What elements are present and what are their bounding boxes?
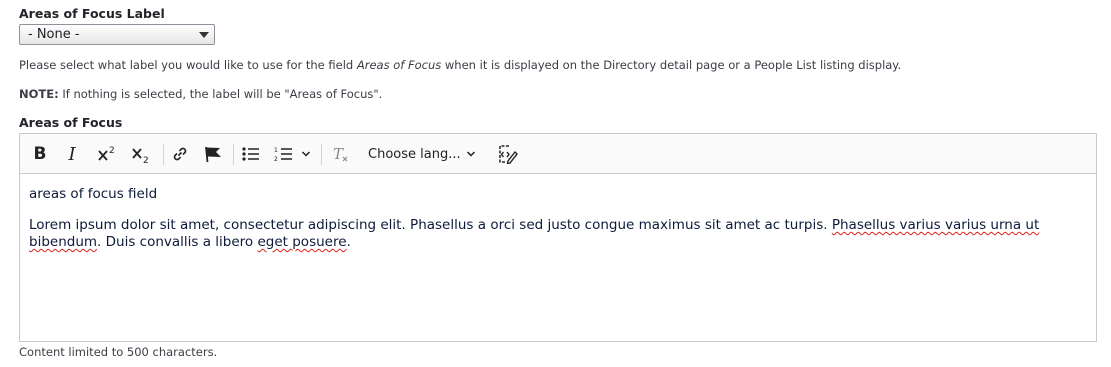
- field-note: NOTE: If nothing is selected, the label …: [19, 87, 382, 101]
- bold-button[interactable]: B: [28, 134, 52, 174]
- source-edit-icon: [499, 145, 518, 164]
- link-icon: [173, 147, 187, 161]
- select-value: - None -: [28, 27, 80, 42]
- editor-content-area[interactable]: areas of focus field Lorem ipsum dolor s…: [20, 175, 1096, 341]
- subscript-button[interactable]: 2: [128, 134, 154, 174]
- superscript-icon: 2: [98, 146, 115, 161]
- language-dropdown[interactable]: Choose lang...: [364, 134, 480, 174]
- toolbar-divider: [321, 144, 322, 165]
- chevron-down-icon: [301, 151, 311, 157]
- italic-button[interactable]: I: [60, 134, 84, 174]
- numbered-list-icon: 12: [274, 147, 292, 162]
- chevron-down-icon: [466, 151, 476, 157]
- remove-format-icon: T: [333, 145, 348, 163]
- toolbar-divider: [233, 144, 234, 165]
- description-field-name: Areas of Focus: [356, 58, 442, 72]
- language-dropdown-label: Choose lang...: [368, 146, 461, 162]
- description-suffix: when it is displayed on the Directory de…: [441, 58, 902, 72]
- svg-text:1: 1: [274, 147, 278, 154]
- svg-text:2: 2: [109, 146, 115, 156]
- source-editing-button[interactable]: [494, 134, 520, 174]
- areas-of-focus-label-select[interactable]: - None -: [19, 24, 215, 45]
- anchor-button[interactable]: [201, 134, 225, 174]
- subscript-icon: 2: [132, 148, 149, 164]
- link-button[interactable]: [168, 134, 192, 174]
- svg-text:T: T: [333, 145, 344, 163]
- description-prefix: Please select what label you would like …: [19, 58, 357, 72]
- superscript-button[interactable]: 2: [94, 134, 120, 174]
- numbered-list-button[interactable]: 12: [272, 134, 296, 174]
- misspelled-text: eget posuere: [257, 234, 347, 250]
- areas-of-focus-label-heading: Areas of Focus Label: [19, 6, 165, 21]
- flag-icon: [205, 146, 221, 163]
- misspelled-text: bibendum: [29, 234, 98, 250]
- areas-of-focus-heading: Areas of Focus: [19, 115, 123, 130]
- misspelled-text: Phasellus varius varius urna ut: [831, 217, 1040, 233]
- svg-text:2: 2: [143, 156, 149, 164]
- paragraph-text: .: [346, 234, 351, 250]
- numbered-list-dropdown[interactable]: [299, 134, 313, 174]
- chevron-down-icon: [199, 32, 209, 38]
- character-limit-text: Content limited to 500 characters.: [19, 345, 218, 359]
- editor-paragraph-2: Lorem ipsum dolor sit amet, consectetur …: [29, 217, 1087, 251]
- editor-paragraph-1: areas of focus field: [29, 186, 158, 202]
- bulleted-list-icon: [242, 147, 259, 161]
- note-strong: NOTE:: [19, 87, 59, 101]
- editor-toolbar: B I 2 2 12 T Choose lang...: [20, 134, 1096, 174]
- note-text: If nothing is selected, the label will b…: [58, 87, 383, 101]
- rich-text-editor: B I 2 2 12 T Choose lang... areas of foc…: [19, 133, 1097, 342]
- remove-format-button[interactable]: T: [330, 134, 352, 174]
- svg-text:2: 2: [274, 156, 278, 162]
- toolbar-divider: [163, 144, 164, 165]
- paragraph-text: Lorem ipsum dolor sit amet, consectetur …: [29, 217, 832, 233]
- language-dropdown-arrow[interactable]: [464, 134, 478, 174]
- field-description: Please select what label you would like …: [19, 58, 901, 72]
- paragraph-text: . Duis convallis a libero: [97, 234, 258, 250]
- bulleted-list-button[interactable]: [239, 134, 263, 174]
